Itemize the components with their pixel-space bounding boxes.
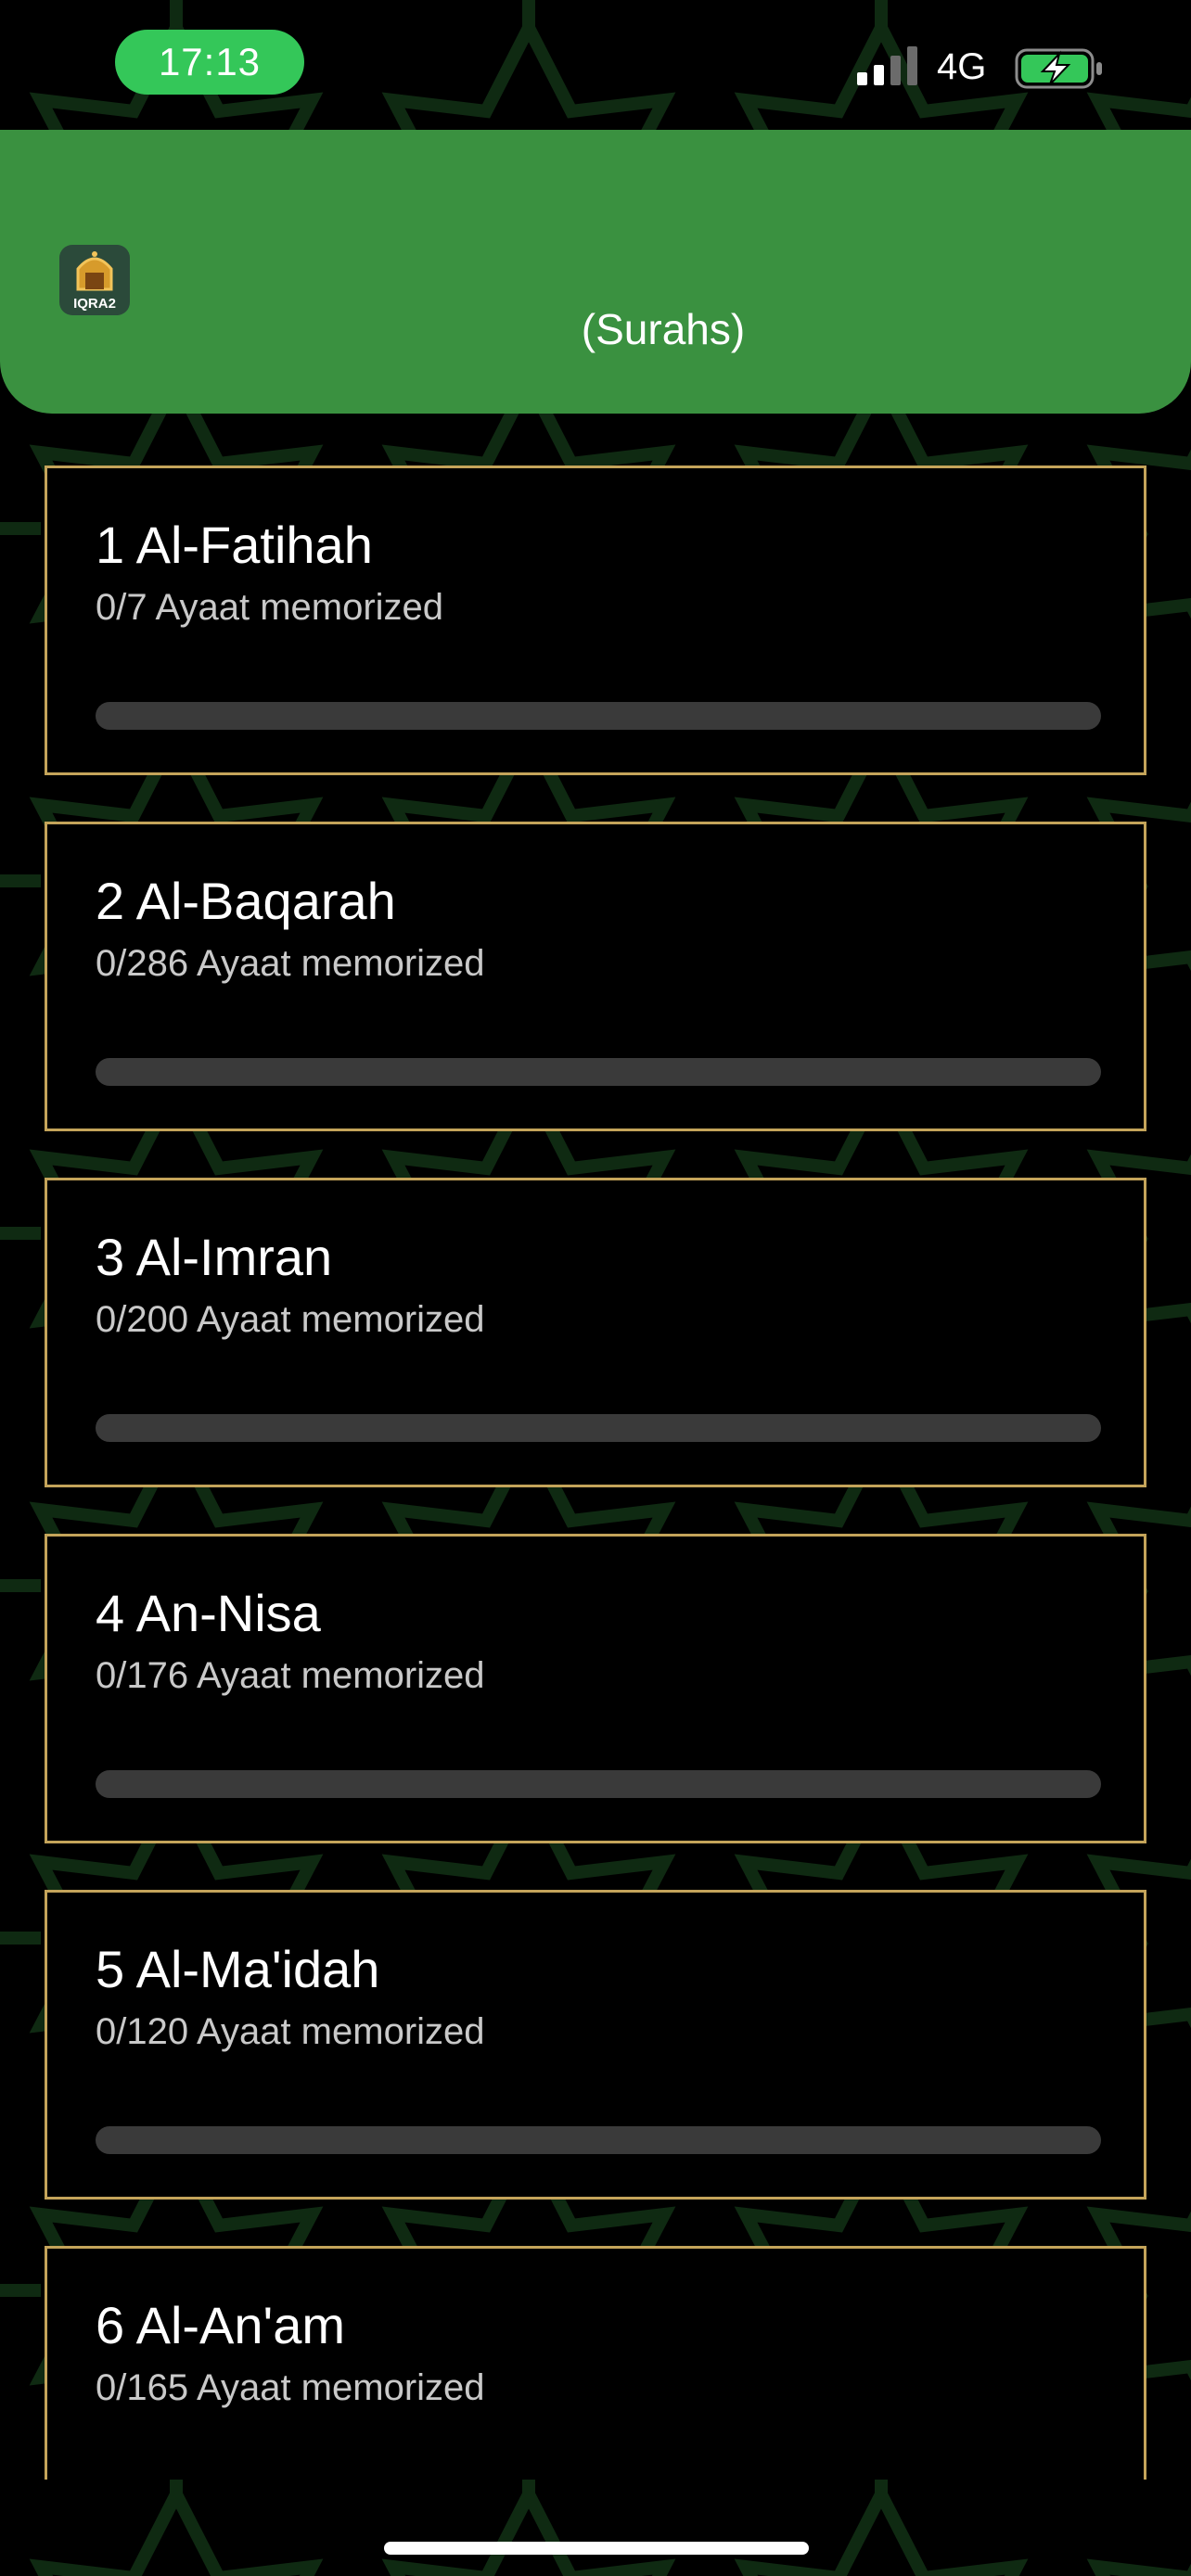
memorization-progress-bar xyxy=(96,1058,1101,1086)
mosque-logo-icon xyxy=(76,251,113,291)
surah-title: 3 Al-Imran xyxy=(96,1228,333,1286)
battery-charging-icon xyxy=(1015,48,1102,89)
surah-card[interactable]: 3 Al-Imran 0/200 Ayaat memorized xyxy=(45,1178,1146,1487)
status-bar: 17:13 4G xyxy=(0,0,1191,130)
surah-progress-text: 0/120 Ayaat memorized xyxy=(96,2011,485,2052)
surah-progress-text: 0/200 Ayaat memorized xyxy=(96,1299,485,1340)
page-title: (Surahs) xyxy=(581,305,746,353)
surah-title: 5 Al-Ma'idah xyxy=(96,1940,380,1998)
surah-title: 2 Al-Baqarah xyxy=(96,872,396,930)
surah-card[interactable]: 5 Al-Ma'idah 0/120 Ayaat memorized xyxy=(45,1890,1146,2200)
surah-progress-text: 0/176 Ayaat memorized xyxy=(96,1655,485,1696)
memorization-progress-bar xyxy=(96,1770,1101,1798)
memorization-progress-bar xyxy=(96,1414,1101,1442)
surah-progress-text: 0/286 Ayaat memorized xyxy=(96,943,485,984)
memorization-progress-bar xyxy=(96,702,1101,730)
cellular-signal-icon xyxy=(857,46,917,85)
status-time[interactable]: 17:13 xyxy=(115,30,304,95)
home-indicator[interactable] xyxy=(384,2542,809,2555)
surah-card[interactable]: 1 Al-Fatihah 0/7 Ayaat memorized xyxy=(45,465,1146,775)
surah-title: 1 Al-Fatihah xyxy=(96,516,373,574)
memorization-progress-bar xyxy=(96,2126,1101,2154)
surah-card[interactable]: 2 Al-Baqarah 0/286 Ayaat memorized xyxy=(45,822,1146,1131)
surah-progress-text: 0/165 Ayaat memorized xyxy=(96,2367,485,2408)
surah-card[interactable]: 4 An-Nisa 0/176 Ayaat memorized xyxy=(45,1534,1146,1843)
app-header: IQRA2 (Surahs) xyxy=(0,130,1191,414)
surah-list[interactable]: 1 Al-Fatihah 0/7 Ayaat memorized 2 Al-Ba… xyxy=(45,465,1146,2480)
surah-title: 6 Al-An'am xyxy=(96,2296,346,2354)
network-label: 4G xyxy=(937,46,987,87)
surah-progress-text: 0/7 Ayaat memorized xyxy=(96,587,444,628)
surah-title: 4 An-Nisa xyxy=(96,1584,321,1642)
surah-card[interactable]: 6 Al-An'am 0/165 Ayaat memorized xyxy=(45,2246,1146,2480)
